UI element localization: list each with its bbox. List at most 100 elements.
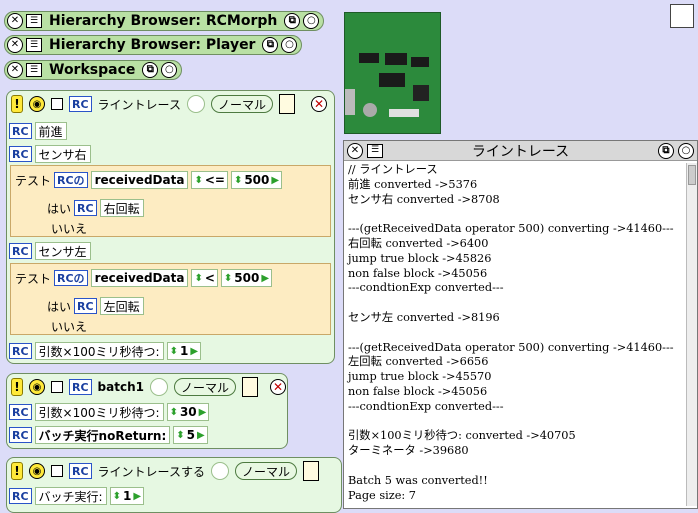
player-tile[interactable]: RC xyxy=(9,146,32,162)
transcript-text[interactable]: // ライントレース 前進 converted ->5376 センサ右 conv… xyxy=(346,163,685,506)
script-name[interactable]: ライントレース xyxy=(98,96,181,113)
command-line[interactable]: RC センサ右 xyxy=(9,144,91,164)
command-tile[interactable]: センサ左 xyxy=(34,242,91,260)
player-tile[interactable]: RC xyxy=(9,123,32,139)
command-line[interactable]: RC 引数×100ミリ秒待つ: ⬍ 1 ▶ xyxy=(9,341,202,361)
batch-tile[interactable]: バッチ実行: xyxy=(34,487,107,505)
menu-icon[interactable]: ☰ xyxy=(26,63,42,77)
test-block[interactable]: テスト RCの receivedData ⬍ <= ⬍ 500 ▶ はい RC 右回転… xyxy=(10,165,331,237)
command-tile[interactable]: 右回転 xyxy=(99,199,144,217)
player-tile[interactable]: RC xyxy=(9,343,32,359)
close-icon[interactable]: ✕ xyxy=(347,142,363,159)
expand-icon[interactable]: ○ xyxy=(303,13,320,29)
window-title: ライントレース xyxy=(471,143,570,160)
run-once-button[interactable]: ! xyxy=(11,378,23,396)
value-tile[interactable]: ⬍ 1 ▶ xyxy=(109,487,145,505)
ticking-toggle-icon[interactable]: ◉ xyxy=(29,379,45,395)
close-icon[interactable]: ✕ xyxy=(270,379,286,395)
circuit-board-image xyxy=(344,12,441,134)
expand-icon[interactable]: ○ xyxy=(678,142,694,159)
ticking-toggle-icon[interactable]: ◉ xyxy=(29,96,45,112)
expand-icon[interactable]: ○ xyxy=(161,62,178,78)
clock-icon[interactable] xyxy=(210,462,229,480)
script-header: ! ◉ RC ライントレース ノーマル ✕ xyxy=(7,91,334,117)
enable-checkbox[interactable] xyxy=(51,98,63,110)
clock-icon[interactable] xyxy=(149,378,168,396)
operator-tile[interactable]: ⬍ <= xyxy=(191,171,228,189)
vertical-scrollbar[interactable] xyxy=(686,163,697,506)
command-tile[interactable]: 前進 xyxy=(34,122,67,140)
expand-icon[interactable]: ○ xyxy=(281,37,298,53)
flap-title: Hierarchy Browser: Player xyxy=(49,37,256,53)
script-name[interactable]: batch1 xyxy=(98,380,144,394)
player-tile[interactable]: RCの xyxy=(54,172,88,188)
command-tile[interactable]: センサ右 xyxy=(34,145,91,163)
flap-title: Hierarchy Browser: RCMorph xyxy=(49,13,278,29)
ticking-toggle-icon[interactable]: ◉ xyxy=(29,463,45,479)
flap-player-browser[interactable]: ✕ ☰ Hierarchy Browser: Player ⧉ ○ xyxy=(4,35,303,55)
player-tile[interactable]: RC xyxy=(69,96,92,112)
run-once-button[interactable]: ! xyxy=(11,95,23,113)
flap-workspace[interactable]: ✕ ☰ Workspace ⧉ ○ xyxy=(4,60,183,80)
trash-icon[interactable] xyxy=(670,4,694,28)
player-tile[interactable]: RC xyxy=(74,200,97,216)
player-tile[interactable]: RC xyxy=(9,488,32,504)
enable-checkbox[interactable] xyxy=(51,381,63,393)
property-tile[interactable]: receivedData xyxy=(90,269,189,287)
close-icon[interactable]: ✕ xyxy=(7,62,23,78)
player-tile[interactable]: RC xyxy=(69,463,92,479)
player-tile[interactable]: RC xyxy=(9,243,32,259)
player-tile[interactable]: RC xyxy=(69,379,92,395)
player-tile[interactable]: RC xyxy=(74,298,97,314)
script-name[interactable]: ライントレースする xyxy=(98,463,205,480)
status-selector[interactable]: ノーマル xyxy=(210,95,273,113)
value-tile[interactable]: ⬍ 500 ▶ xyxy=(230,171,283,189)
wait-tile[interactable]: 引数×100ミリ秒待つ: xyxy=(34,342,164,360)
player-tile[interactable]: RC xyxy=(9,427,32,443)
command-line[interactable]: RC バッチ実行: ⬍ 1 ▶ xyxy=(9,486,145,506)
command-line[interactable]: RC 前進 xyxy=(9,121,67,141)
close-icon[interactable]: ✕ xyxy=(310,96,327,112)
yes-label: はい xyxy=(47,299,72,314)
close-icon[interactable]: ✕ xyxy=(7,37,23,53)
player-tile[interactable]: RC xyxy=(9,404,32,420)
collapse-icon[interactable]: ⧉ xyxy=(262,37,279,53)
player-tile[interactable]: RCの xyxy=(54,270,88,286)
script-linetrace: ! ◉ RC ライントレース ノーマル ✕ RC 前進 RC センサ右 テスト … xyxy=(6,90,335,364)
script-doc-icon[interactable] xyxy=(278,94,295,114)
test-label: テスト xyxy=(15,173,52,188)
status-selector[interactable]: ノーマル xyxy=(173,378,236,396)
script-doc-icon[interactable] xyxy=(302,461,319,481)
script-doc-icon[interactable] xyxy=(242,377,258,397)
command-line[interactable]: RC センサ左 xyxy=(9,241,91,261)
script-batch1: ! ◉ RC batch1 ノーマル ✕ RC 引数×100ミリ秒待つ: ⬍ 30… xyxy=(6,373,288,449)
menu-icon[interactable]: ☰ xyxy=(367,143,383,158)
collapse-icon[interactable]: ⧉ xyxy=(142,62,159,78)
menu-icon[interactable]: ☰ xyxy=(26,14,42,28)
close-icon[interactable]: ✕ xyxy=(7,13,23,29)
value-tile[interactable]: ⬍ 30 ▶ xyxy=(166,403,210,421)
flap-rcmorph-browser[interactable]: ✕ ☰ Hierarchy Browser: RCMorph ⧉ ○ xyxy=(4,11,325,31)
value-tile[interactable]: ⬍ 5 ▶ xyxy=(173,426,208,444)
batch-tile[interactable]: バッチ実行noReturn: xyxy=(34,426,171,444)
collapse-icon[interactable]: ⧉ xyxy=(284,13,301,29)
command-line[interactable]: RC 引数×100ミリ秒待つ: ⬍ 30 ▶ xyxy=(9,402,210,422)
test-block[interactable]: テスト RCの receivedData ⬍ < ⬍ 500 ▶ はい RC 左回転 … xyxy=(10,263,331,335)
operator-tile[interactable]: ⬍ < xyxy=(191,269,218,287)
status-selector[interactable]: ノーマル xyxy=(234,462,297,480)
enable-checkbox[interactable] xyxy=(51,465,63,477)
script-header: ! ◉ RC ライントレースする ノーマル xyxy=(7,458,341,484)
yes-label: はい xyxy=(47,201,72,216)
wait-tile[interactable]: 引数×100ミリ秒待つ: xyxy=(34,403,164,421)
window-titlebar[interactable]: ✕ ☰ ライントレース ⧉ ○ xyxy=(344,141,697,161)
property-tile[interactable]: receivedData xyxy=(90,171,189,189)
command-tile[interactable]: 左回転 xyxy=(99,297,144,315)
command-line[interactable]: RC バッチ実行noReturn: ⬍ 5 ▶ xyxy=(9,425,208,445)
run-once-button[interactable]: ! xyxy=(11,462,23,480)
no-label: いいえ xyxy=(51,319,88,334)
menu-icon[interactable]: ☰ xyxy=(26,38,42,52)
clock-icon[interactable] xyxy=(186,95,205,113)
value-tile[interactable]: ⬍ 500 ▶ xyxy=(220,269,273,287)
collapse-icon[interactable]: ⧉ xyxy=(658,142,674,159)
value-tile[interactable]: ⬍ 1 ▶ xyxy=(166,342,202,360)
